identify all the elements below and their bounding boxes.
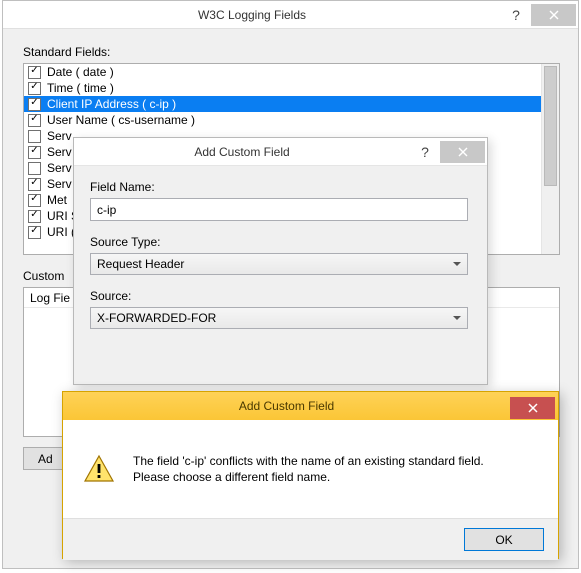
source-value: X-FORWARDED-FOR [97, 311, 216, 325]
warning-line2: Please choose a different field name. [133, 469, 484, 485]
field-label: Client IP Address ( c-ip ) [47, 97, 176, 111]
scrollbar-thumb[interactable] [544, 66, 557, 186]
fields-scrollbar[interactable] [541, 64, 559, 254]
add-help-button[interactable]: ? [410, 141, 440, 163]
add-custom-field-dialog: Add Custom Field ? Field Name: c-ip Sour… [73, 137, 488, 385]
field-name-input[interactable]: c-ip [90, 198, 468, 221]
close-icon [549, 10, 559, 20]
close-icon [458, 147, 468, 157]
field-label: Serv [47, 145, 72, 159]
add-dialog-title: Add Custom Field [74, 145, 410, 159]
chevron-down-icon [453, 316, 461, 320]
help-button[interactable]: ? [501, 4, 531, 26]
field-label: Met [47, 193, 67, 207]
field-name-value: c-ip [97, 203, 116, 217]
field-checkbox[interactable] [28, 226, 41, 239]
warning-close-button[interactable] [510, 397, 555, 419]
field-label: User Name ( cs-username ) [47, 113, 195, 127]
close-icon [528, 403, 538, 413]
source-type-value: Request Header [97, 257, 184, 271]
source-type-label: Source Type: [90, 235, 471, 249]
field-checkbox[interactable] [28, 114, 41, 127]
field-row[interactable]: Time ( time ) [24, 80, 559, 96]
field-checkbox[interactable] [28, 98, 41, 111]
field-row[interactable]: User Name ( cs-username ) [24, 112, 559, 128]
warning-title: Add Custom Field [63, 399, 510, 413]
source-label: Source: [90, 289, 471, 303]
warning-message: The field 'c-ip' conflicts with the name… [133, 453, 484, 485]
add-dialog-titlebar: Add Custom Field ? [74, 138, 487, 166]
field-label: URI ( [47, 225, 75, 239]
field-checkbox[interactable] [28, 210, 41, 223]
standard-fields-label: Standard Fields: [23, 45, 558, 59]
field-row[interactable]: Client IP Address ( c-ip ) [24, 96, 559, 112]
field-label: Serv [47, 161, 72, 175]
warning-dialog: Add Custom Field The field 'c-ip' confli… [62, 391, 559, 559]
warning-titlebar: Add Custom Field [63, 392, 558, 420]
add-close-button[interactable] [440, 141, 485, 163]
source-type-dropdown[interactable]: Request Header [90, 253, 468, 275]
field-checkbox[interactable] [28, 66, 41, 79]
field-checkbox[interactable] [28, 194, 41, 207]
field-row[interactable]: Date ( date ) [24, 64, 559, 80]
close-main-button[interactable] [531, 4, 576, 26]
field-checkbox[interactable] [28, 130, 41, 143]
main-titlebar: W3C Logging Fields ? [3, 1, 578, 29]
warning-line1: The field 'c-ip' conflicts with the name… [133, 453, 484, 469]
field-name-label: Field Name: [90, 180, 471, 194]
main-title: W3C Logging Fields [3, 8, 501, 22]
field-label: Time ( time ) [47, 81, 114, 95]
field-label: Date ( date ) [47, 65, 114, 79]
field-label: Serv [47, 177, 72, 191]
field-label: Serv [47, 129, 72, 143]
ok-button[interactable]: OK [464, 528, 544, 551]
add-custom-button[interactable]: Ad [23, 447, 68, 470]
field-checkbox[interactable] [28, 162, 41, 175]
field-checkbox[interactable] [28, 82, 41, 95]
source-dropdown[interactable]: X-FORWARDED-FOR [90, 307, 468, 329]
field-checkbox[interactable] [28, 178, 41, 191]
field-checkbox[interactable] [28, 146, 41, 159]
chevron-down-icon [453, 262, 461, 266]
warning-icon [83, 453, 115, 485]
